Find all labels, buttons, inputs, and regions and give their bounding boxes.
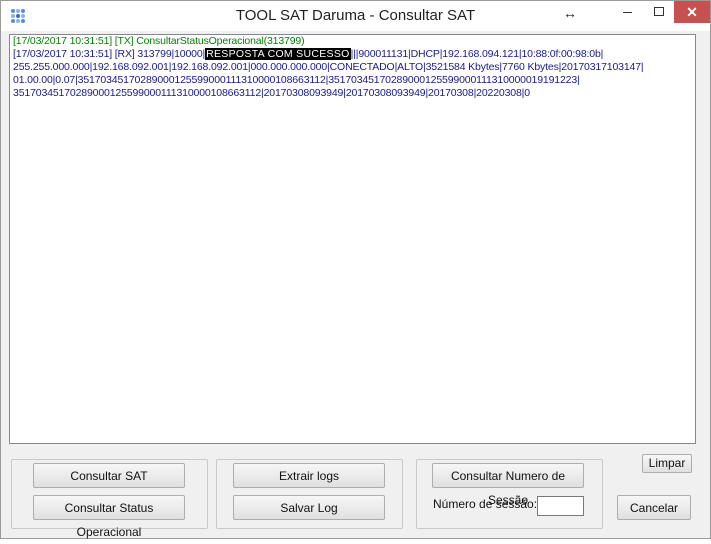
log-rx-prefix: [17/03/2017 10:31:51] [RX] 313799|10000|	[13, 48, 206, 60]
consultar-sat-button[interactable]: Consultar SAT	[33, 463, 185, 488]
main-window: TOOL SAT Daruma - Consultar SAT ↔ ✕ [17/…	[0, 0, 711, 539]
maximize-button[interactable]	[644, 1, 674, 23]
maximize-icon	[654, 7, 664, 16]
log-line-rx: [17/03/2017 10:31:51] [RX] 313799|10000|…	[13, 48, 695, 61]
consultar-status-operacional-button[interactable]: Consultar Status Operacional	[33, 495, 185, 539]
limpar-button[interactable]: Limpar	[642, 454, 692, 473]
log-line-rx-4: 3517034517028900012559900011131000010866…	[13, 87, 530, 99]
session-number-input[interactable]	[537, 496, 584, 516]
title-bar[interactable]: TOOL SAT Daruma - Consultar SAT ↔ ✕	[1, 1, 710, 31]
resize-arrows-icon: ↔	[563, 5, 577, 21]
minimize-icon	[623, 12, 632, 13]
close-icon: ✕	[686, 4, 698, 20]
window-title: TOOL SAT Daruma - Consultar SAT	[235, 7, 476, 24]
session-number-label: Número de sessão:	[433, 497, 538, 511]
log-line-tx: [17/03/2017 10:31:51] [TX] ConsultarStat…	[13, 35, 305, 47]
minimize-button[interactable]	[613, 1, 643, 23]
log-rx-highlight: RESPOSTA COM SUCESSO	[205, 48, 351, 60]
extrair-logs-button[interactable]: Extrair logs	[233, 463, 385, 488]
consultar-numero-sessao-button[interactable]: Consultar Numero de Sessão	[432, 463, 584, 507]
log-rx-suffix: |||900011131|DHCP|192.168.094.121|10:88:…	[350, 48, 604, 60]
log-line-rx-2: 255.255.000.000|192.168.092.001|192.168.…	[13, 61, 644, 73]
close-button[interactable]: ✕	[674, 1, 710, 23]
salvar-log-button[interactable]: Salvar Log	[233, 495, 385, 520]
log-textarea[interactable]: [17/03/2017 10:31:51] [TX] ConsultarStat…	[9, 34, 696, 444]
log-line-rx-3: 01.00.00|0.07|35170345170289000125599000…	[13, 74, 580, 86]
cancelar-button[interactable]: Cancelar	[617, 495, 691, 520]
